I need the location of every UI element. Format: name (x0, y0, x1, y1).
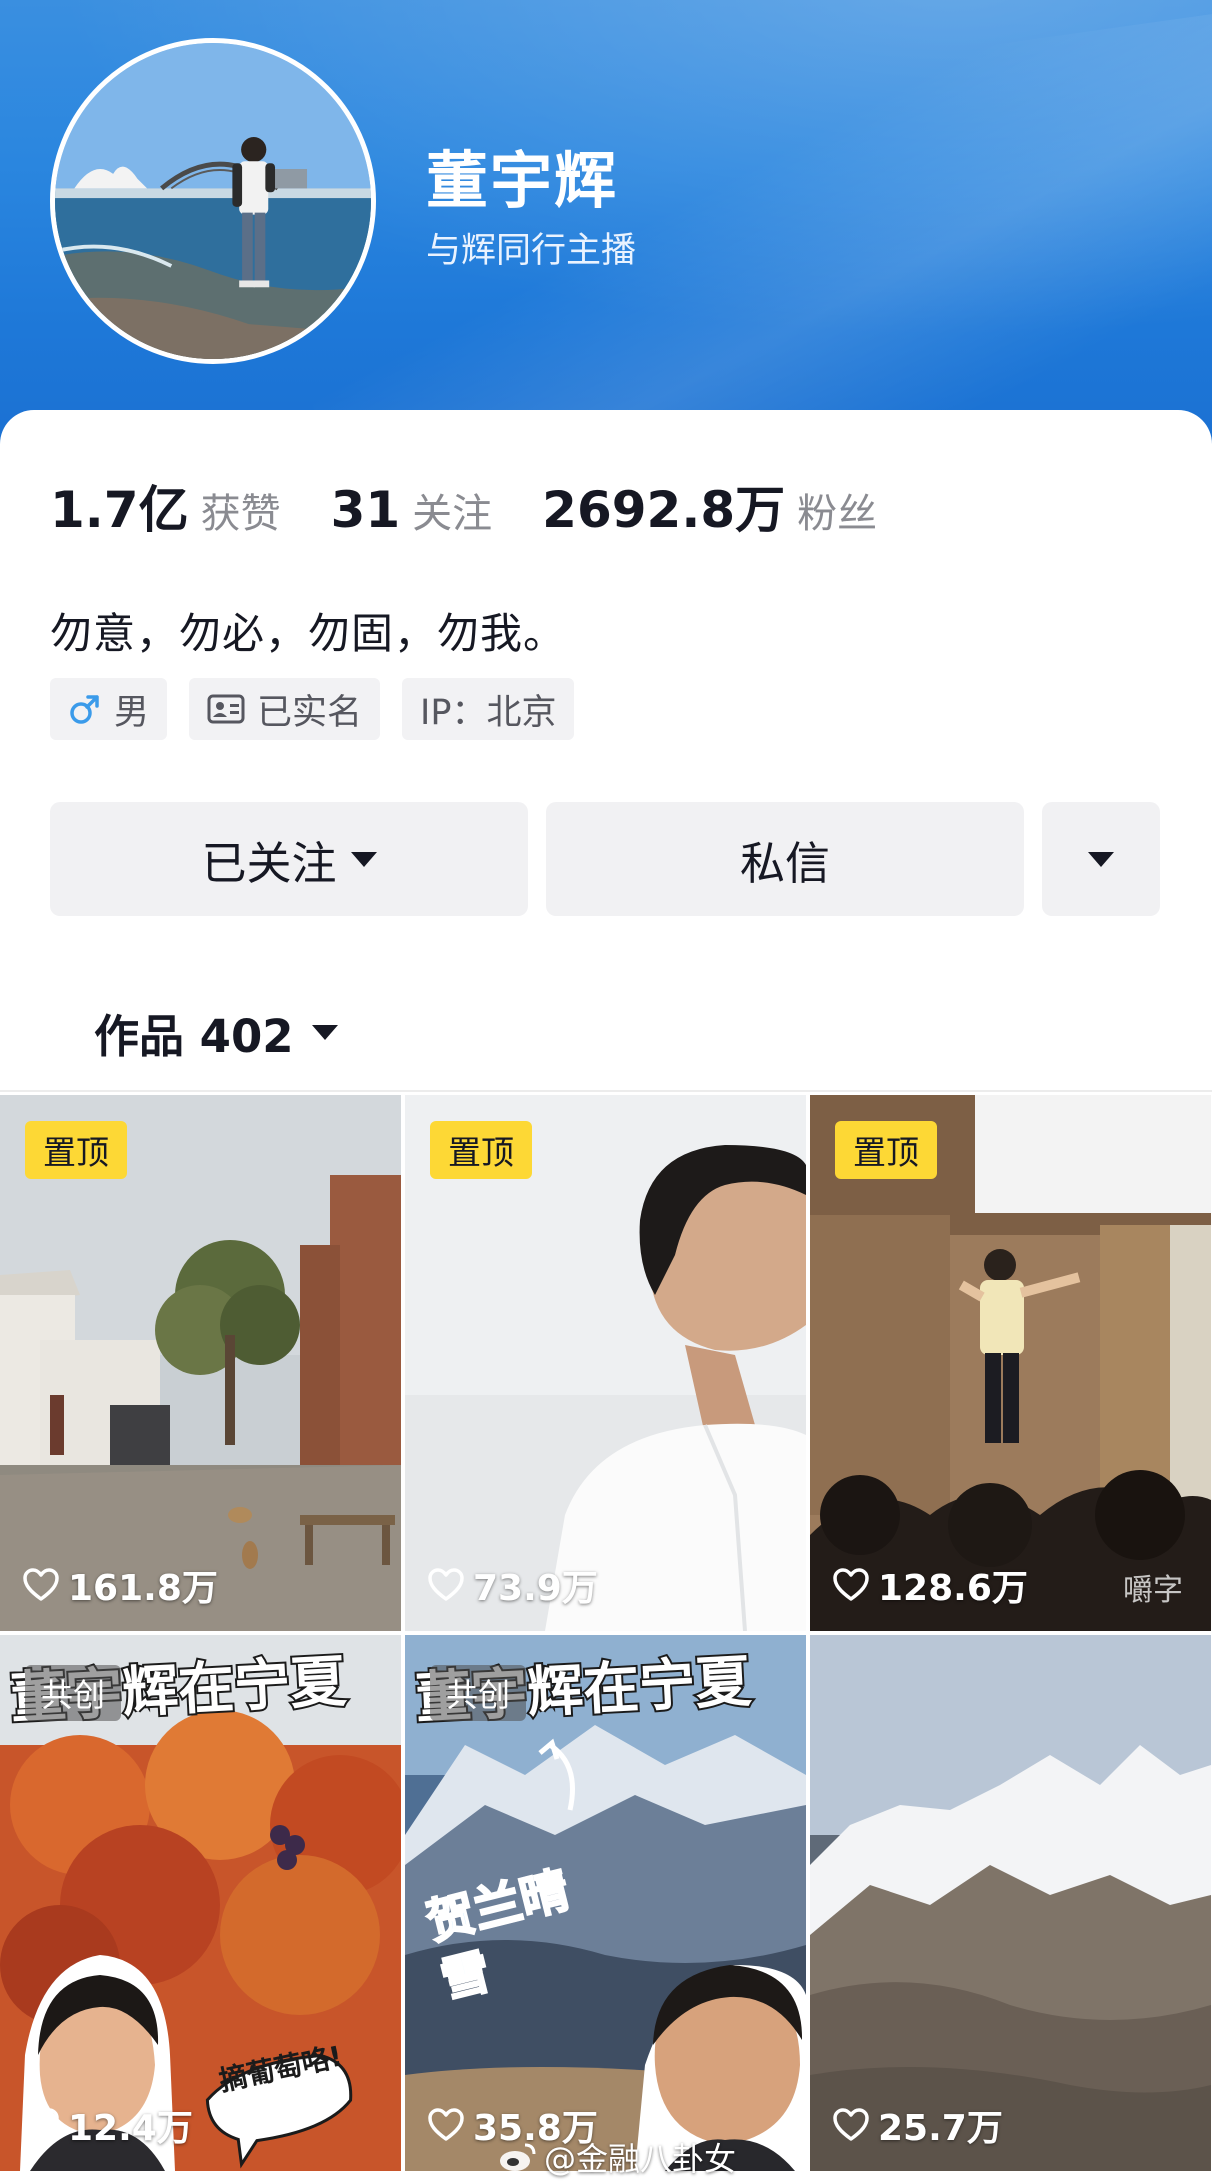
caret-down-icon (1088, 851, 1114, 867)
like-count: 73.9万 (427, 1559, 598, 1611)
video-thumbnail (810, 1635, 1211, 2171)
tag-label: 已实名 (257, 692, 363, 733)
works-label: 作品 402 (94, 1010, 294, 1063)
stat-value: 1.7亿 (50, 481, 189, 539)
male-icon (68, 692, 102, 726)
action-buttons: 已关注 私信 (50, 802, 1160, 916)
video-tile[interactable]: 置顶 嚼字 128.6万 (810, 1095, 1211, 1631)
more-button[interactable] (1042, 802, 1160, 916)
avatar-photo (55, 43, 371, 359)
tile-watermark: 嚼字 (1123, 1573, 1183, 1608)
stats-row: 1.7亿 获赞 31 关注 2692.8万 粉丝 (50, 470, 927, 542)
video-tile[interactable]: 共创 董宇辉在宁夏 摘葡萄咯! 12.4万 (0, 1635, 401, 2171)
profile-card: 1.7亿 获赞 31 关注 2692.8万 粉丝 勿意，勿必，勿固，勿我。 男 (0, 410, 1212, 2182)
caret-down-icon (311, 1025, 338, 1040)
stat-value: 2692.8万 (542, 481, 786, 539)
followed-button[interactable]: 已关注 (50, 802, 528, 916)
video-tile[interactable]: 置顶 73.9万 (405, 1095, 806, 1631)
like-count: 161.8万 (22, 1559, 218, 1611)
like-count-value: 73.9万 (473, 1568, 598, 1609)
message-label: 私信 (739, 836, 830, 890)
co-create-badge: 共创 (430, 1665, 526, 1721)
image-watermark: @金融八卦女 (498, 2134, 736, 2180)
heart-icon (428, 2108, 464, 2141)
weibo-icon (500, 2143, 536, 2171)
tag-label: IP：北京 (420, 692, 557, 733)
divider (0, 1090, 1212, 1092)
stat-label: 关注 (412, 491, 493, 537)
profile-name: 董宇辉 (426, 144, 619, 217)
stat-following[interactable]: 31 关注 (331, 481, 493, 539)
like-count-value: 161.8万 (68, 1568, 218, 1609)
profile-bio: 勿意，勿必，勿固，勿我。 (50, 609, 567, 658)
id-card-icon (207, 693, 245, 725)
stat-likes[interactable]: 1.7亿 获赞 (50, 470, 281, 542)
profile-banner: 董宇辉 与辉同行主播 (0, 0, 1212, 470)
co-create-badge: 共创 (25, 1665, 121, 1721)
message-button[interactable]: 私信 (546, 802, 1024, 916)
heart-icon (23, 1568, 59, 1601)
pinned-badge: 置顶 (835, 1121, 937, 1179)
watermark-text: @金融八卦女 (544, 2140, 737, 2178)
profile-subtitle: 与辉同行主播 (426, 231, 637, 271)
heart-icon (833, 2108, 869, 2141)
pinned-badge: 置顶 (430, 1121, 532, 1179)
like-count-value: 12.4万 (68, 2108, 193, 2149)
like-count-value: 25.7万 (878, 2108, 1003, 2149)
like-count: 12.4万 (22, 2099, 193, 2151)
tag-label: 男 (114, 692, 150, 733)
stat-followers[interactable]: 2692.8万 粉丝 (542, 470, 877, 542)
gender-tag: 男 (50, 678, 168, 740)
video-tile[interactable]: 25.7万 (810, 1635, 1211, 2171)
video-tile[interactable]: 共创 董宇辉在宁夏 贺兰晴雪 35.8万 (405, 1635, 806, 2171)
stat-value: 31 (330, 481, 401, 539)
like-count: 128.6万 (832, 1559, 1028, 1611)
heart-icon (428, 1568, 464, 1601)
caret-down-icon (350, 851, 377, 867)
followed-label: 已关注 (201, 836, 337, 890)
verified-tag: 已实名 (189, 678, 381, 740)
video-tile[interactable]: 置顶 161.8万 (0, 1095, 401, 1631)
heart-icon (23, 2108, 59, 2141)
like-count-value: 128.6万 (878, 1568, 1028, 1609)
avatar[interactable] (50, 38, 376, 364)
pinned-badge: 置顶 (25, 1121, 127, 1179)
stat-label: 获赞 (200, 491, 281, 537)
heart-icon (833, 1568, 869, 1601)
like-count: 25.7万 (832, 2099, 1003, 2151)
ip-tag: IP：北京 (402, 678, 575, 740)
profile-tags: 男 已实名 IP：北京 (50, 678, 575, 740)
tab-works[interactable]: 作品 402 (94, 1000, 338, 1065)
stat-label: 粉丝 (797, 491, 878, 537)
